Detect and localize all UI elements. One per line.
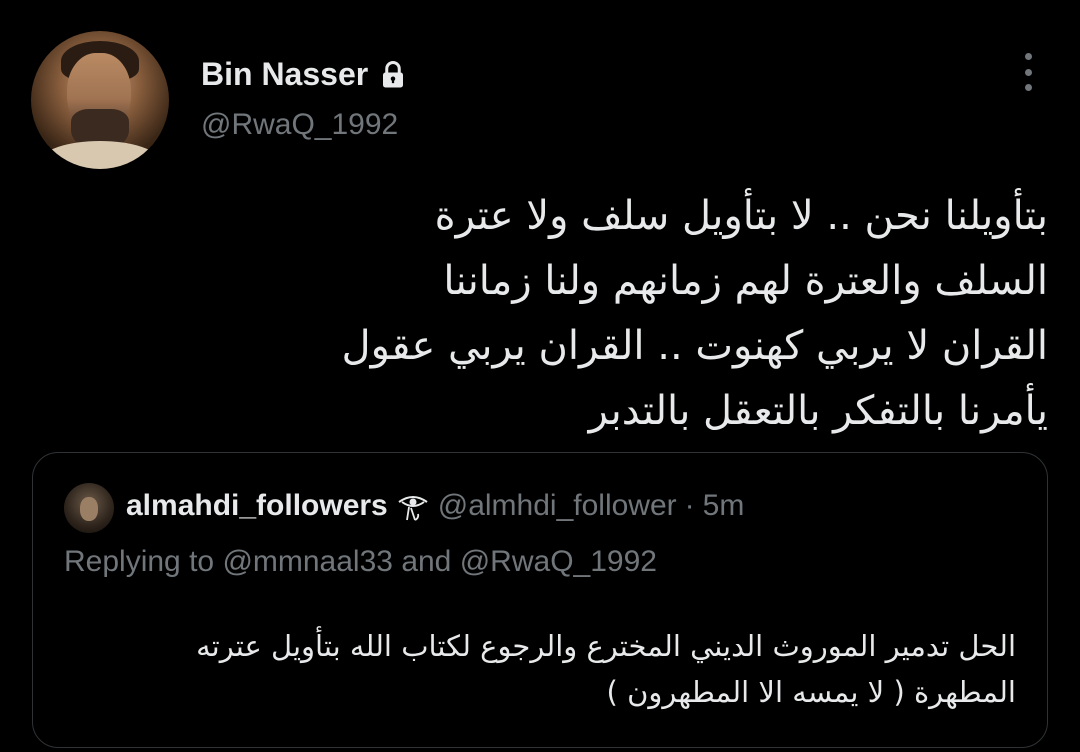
avatar-shoulders [41, 141, 159, 169]
replying-to: Replying to @mmnaal33 and @RwaQ_1992 [64, 545, 657, 579]
tweet-text-line: السلف والعترة لهم زمانهم ولنا زماننا [443, 258, 1048, 304]
replying-to-user-2[interactable]: @RwaQ_1992 [460, 545, 657, 578]
tweet-text-line: يأمرنا بالتفكر بالتعقل بالتدبر [588, 388, 1048, 434]
replying-to-user-1[interactable]: @mmnaal33 [222, 545, 393, 578]
quoted-author-avatar[interactable] [64, 483, 114, 533]
quoted-tweet-time[interactable]: 5m [703, 489, 745, 523]
replying-to-prefix: Replying to [64, 545, 215, 578]
quoted-tweet-header: almahdi_followers @almhdi_follower · 5m [126, 489, 744, 523]
lock-icon [383, 60, 404, 87]
replying-to-conjunction: and [401, 545, 452, 578]
tweet-text: بتأويلنا نحن .. لا بتأويل سلف ولا عترة ا… [148, 184, 1048, 444]
eye-emoji-icon [398, 496, 428, 521]
quoted-tweet-text: الحل تدمير الموروث الديني المخترع والرجو… [96, 623, 1016, 715]
author-handle[interactable]: @RwaQ_1992 [201, 108, 398, 142]
quoted-tweet-card[interactable]: almahdi_followers @almhdi_follower · 5m … [32, 452, 1048, 748]
quoted-text-line: المطهرة ( لا يمسه الا المطهرون ) [606, 675, 1016, 709]
quoted-text-line: الحل تدمير الموروث الديني المخترع والرجو… [196, 629, 1016, 663]
quoted-author-name[interactable]: almahdi_followers [126, 489, 388, 523]
separator-dot: · [684, 489, 695, 522]
author-avatar[interactable] [31, 31, 169, 169]
author-display-name[interactable]: Bin Nasser [201, 56, 368, 93]
tweet-text-line: القران لا يربي كهنوت .. القران يربي عقول [341, 323, 1048, 369]
author-name-row[interactable]: Bin Nasser [201, 56, 408, 93]
more-vertical-icon[interactable] [1018, 53, 1038, 91]
quoted-author-handle[interactable]: @almhdi_follower [438, 489, 677, 523]
tweet-text-line: بتأويلنا نحن .. لا بتأويل سلف ولا عترة [434, 193, 1048, 239]
